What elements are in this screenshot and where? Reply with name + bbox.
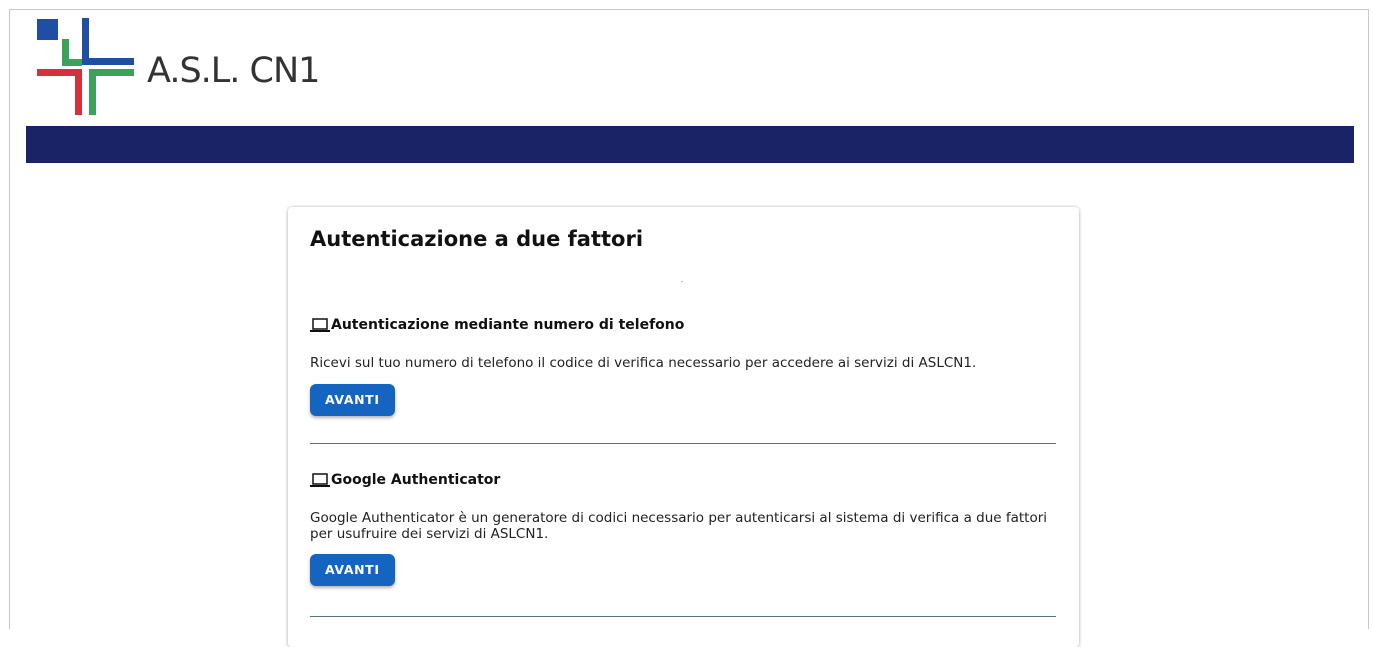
top-navbar — [26, 126, 1354, 163]
method-phone-description: Ricevi sul tuo numero di telefono il cod… — [310, 355, 977, 371]
two-factor-card: Autenticazione a due fattori Autenticazi… — [288, 207, 1079, 647]
method-google-authenticator: Google Authenticator Google Authenticato… — [310, 472, 1056, 586]
section-divider — [310, 443, 1056, 444]
logo-text: A.S.L. CN1 — [147, 51, 320, 91]
asl-cn1-logo[interactable]: A.S.L. CN1 — [37, 18, 337, 118]
method-google-title: Google Authenticator — [331, 472, 501, 488]
page-frame: A.S.L. CN1 Autenticazione a due fattori … — [9, 9, 1369, 647]
method-google-description: Google Authenticator è un generatore di … — [310, 510, 1048, 542]
avanti-google-button[interactable]: AVANTI — [310, 554, 395, 586]
section-divider — [310, 616, 1056, 617]
laptop-icon — [310, 318, 330, 332]
avanti-phone-button[interactable]: AVANTI — [310, 384, 395, 416]
laptop-icon — [310, 473, 330, 487]
asl-cross-logo-icon — [37, 18, 134, 115]
separator-dot — [681, 281, 683, 282]
method-phone-title: Autenticazione mediante numero di telefo… — [331, 317, 685, 333]
page-title: Autenticazione a due fattori — [310, 227, 644, 251]
method-phone: Autenticazione mediante numero di telefo… — [310, 317, 1056, 416]
